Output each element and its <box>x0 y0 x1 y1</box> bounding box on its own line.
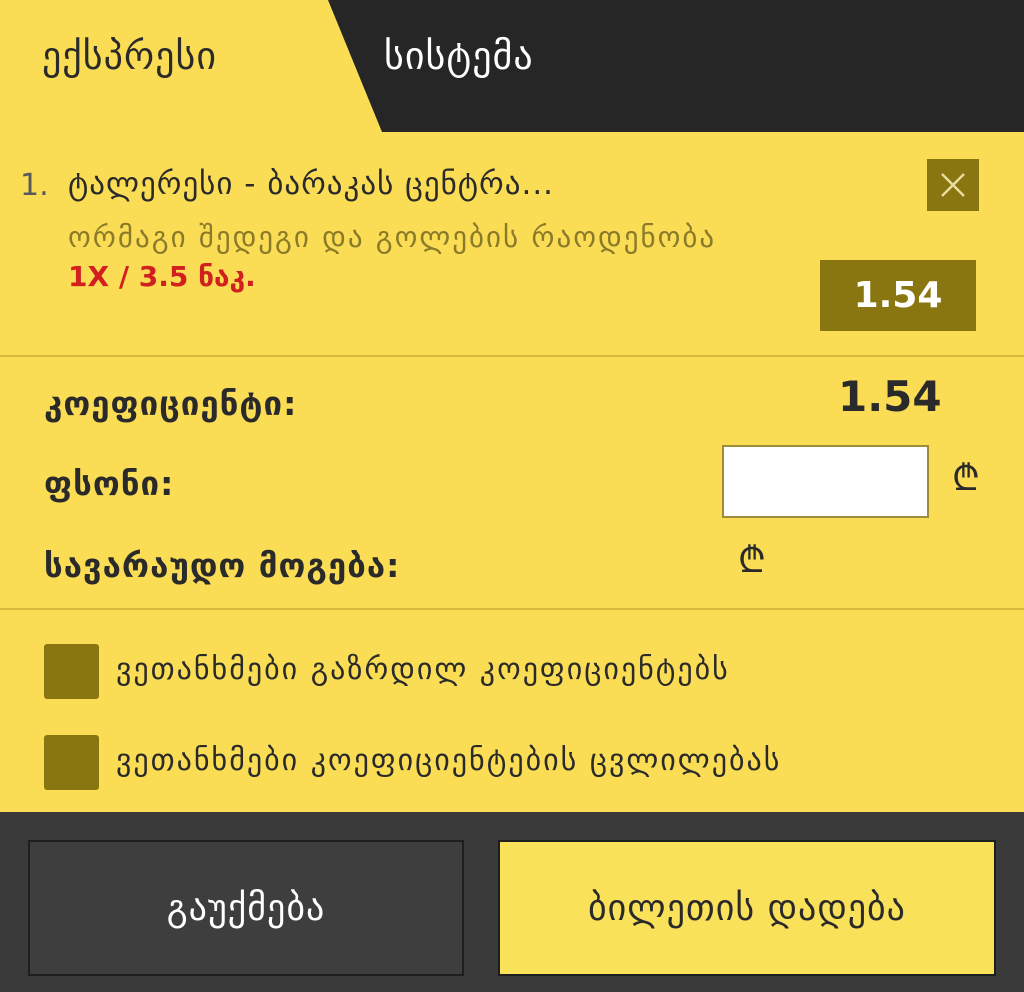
bet-type-tabs: ექსპრესი სისტემა <box>0 0 1024 132</box>
place-bet-button[interactable]: ბილეთის დადება <box>498 840 996 976</box>
lari-icon: ₾ <box>952 458 980 499</box>
checkbox-label: ვეთანხმები კოეფიციენტების ცვლილებას <box>116 743 782 778</box>
tab-system[interactable]: სისტემა <box>384 34 534 78</box>
close-icon <box>941 173 965 197</box>
potential-win-label: სავარაუდო მოგება: <box>44 546 401 585</box>
tab-express[interactable]: ექსპრესი <box>42 34 217 78</box>
checkbox-label: ვეთანხმები გაზრდილ კოეფიციენტებს <box>116 652 730 687</box>
match-name: ტალერესი - ბარაკას ცენტრა... <box>68 166 555 202</box>
accept-increased-odds-checkbox[interactable]: ვეთანხმები გაზრდილ კოეფიციენტებს <box>44 644 984 700</box>
divider <box>0 355 1024 357</box>
remove-bet-button[interactable] <box>927 159 979 211</box>
selection-label: 1X / 3.5 ნაკ. <box>68 260 256 293</box>
cancel-button[interactable]: გაუქმება <box>28 840 464 976</box>
checkbox[interactable] <box>44 644 99 699</box>
divider <box>0 608 1024 610</box>
checkbox[interactable] <box>44 735 99 790</box>
market-name: ორმაგი შედეგი და გოლების რაოდენობა <box>68 220 717 254</box>
stake-input[interactable] <box>722 445 929 518</box>
action-bar: გაუქმება ბილეთის დადება <box>0 812 1024 992</box>
coefficient-value: 1.54 <box>838 372 942 421</box>
bet-number: 1. <box>20 168 49 203</box>
stake-label: ფსონი: <box>44 464 175 503</box>
lari-icon: ₾ <box>738 540 766 581</box>
accept-odds-changes-checkbox[interactable]: ვეთანხმები კოეფიციენტების ცვლილებას <box>44 735 984 791</box>
bet-odds: 1.54 <box>820 260 976 331</box>
bet-slip-item: 1. ტალერესი - ბარაკას ცენტრა... ორმაგი შ… <box>0 132 1024 356</box>
coefficient-label: კოეფიციენტი: <box>44 384 298 423</box>
